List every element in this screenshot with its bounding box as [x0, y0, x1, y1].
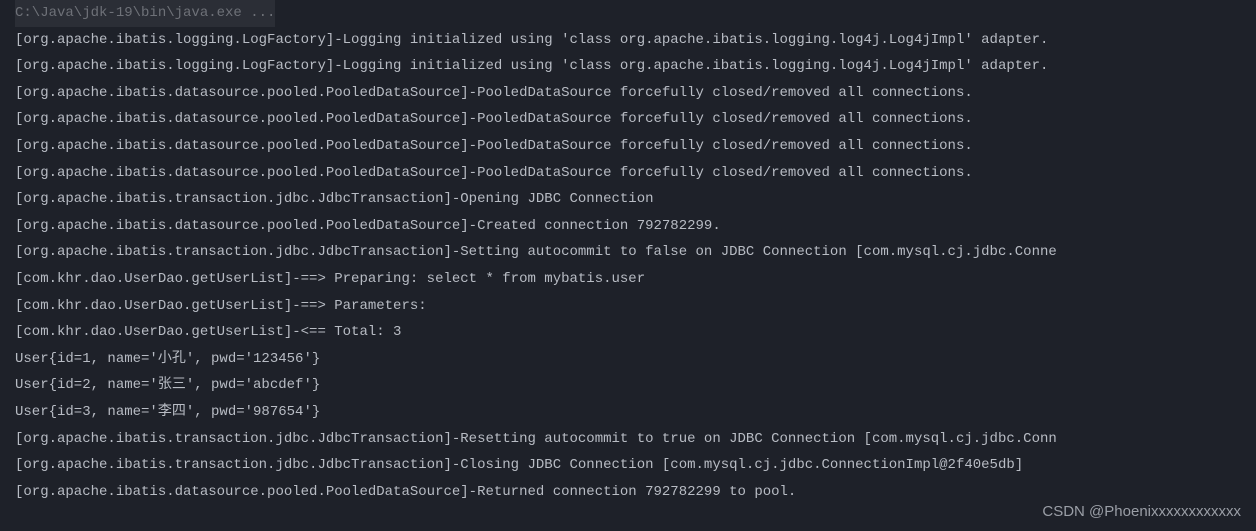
- log-line: [org.apache.ibatis.datasource.pooled.Poo…: [15, 106, 1241, 133]
- log-line: User{id=3, name='李四', pwd='987654'}: [15, 399, 1241, 426]
- log-line: [org.apache.ibatis.logging.LogFactory]-L…: [15, 53, 1241, 80]
- log-line: [org.apache.ibatis.transaction.jdbc.Jdbc…: [15, 452, 1241, 479]
- log-line: [org.apache.ibatis.datasource.pooled.Poo…: [15, 80, 1241, 107]
- log-line: [org.apache.ibatis.datasource.pooled.Poo…: [15, 133, 1241, 160]
- log-line: [org.apache.ibatis.datasource.pooled.Poo…: [15, 160, 1241, 187]
- log-line: User{id=2, name='张三', pwd='abcdef'}: [15, 372, 1241, 399]
- log-line: [org.apache.ibatis.transaction.jdbc.Jdbc…: [15, 426, 1241, 453]
- log-line: User{id=1, name='小孔', pwd='123456'}: [15, 346, 1241, 373]
- log-line: [org.apache.ibatis.transaction.jdbc.Jdbc…: [15, 186, 1241, 213]
- console-output[interactable]: C:\Java\jdk-19\bin\java.exe ... [org.apa…: [0, 0, 1256, 505]
- watermark-text: CSDN @Phoenixxxxxxxxxxxx: [1042, 498, 1241, 527]
- log-line: [com.khr.dao.UserDao.getUserList]-==> Pa…: [15, 293, 1241, 320]
- log-line: [org.apache.ibatis.transaction.jdbc.Jdbc…: [15, 239, 1241, 266]
- console-header: C:\Java\jdk-19\bin\java.exe ...: [15, 0, 275, 27]
- log-line: [com.khr.dao.UserDao.getUserList]-<== To…: [15, 319, 1241, 346]
- log-line: [org.apache.ibatis.logging.LogFactory]-L…: [15, 27, 1241, 54]
- log-line: [org.apache.ibatis.datasource.pooled.Poo…: [15, 213, 1241, 240]
- log-line: [com.khr.dao.UserDao.getUserList]-==> Pr…: [15, 266, 1241, 293]
